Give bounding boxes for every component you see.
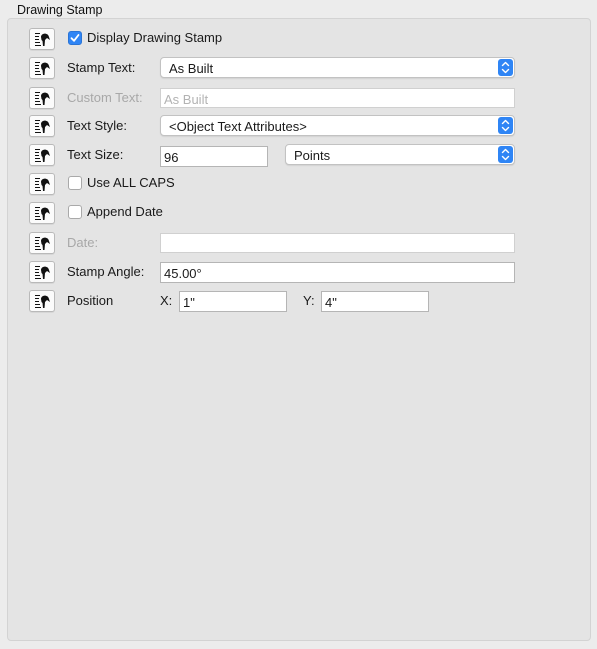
text-style-row: Text Style: <Object Text Attributes> <box>0 115 597 137</box>
all-caps-checkbox[interactable] <box>68 176 82 190</box>
link-icon <box>35 120 50 133</box>
link-icon <box>35 178 50 191</box>
position-x-label: X: <box>160 293 173 308</box>
custom-text-placeholder: As Built <box>164 92 209 107</box>
link-button[interactable] <box>29 290 55 312</box>
text-style-label: Text Style: <box>67 118 127 133</box>
append-date-checkbox[interactable] <box>68 205 82 219</box>
link-icon <box>35 92 50 105</box>
text-size-row: Text Size: 96 Points <box>0 144 597 167</box>
link-icon <box>35 237 50 250</box>
append-date-row: Append Date <box>0 202 597 224</box>
text-size-unit-value: Points <box>294 148 331 163</box>
stamp-angle-label: Stamp Angle: <box>67 264 145 279</box>
link-icon <box>35 149 50 162</box>
link-icon <box>35 266 50 279</box>
stamp-text-label: Stamp Text: <box>67 60 136 75</box>
text-size-input[interactable]: 96 <box>160 146 268 167</box>
date-label: Date: <box>67 235 99 250</box>
chevron-up-down-icon <box>501 148 510 161</box>
display-stamp-checkbox[interactable] <box>68 31 82 45</box>
stamp-angle-value: 45.00° <box>164 266 202 281</box>
position-y-input[interactable]: 4" <box>321 291 429 312</box>
link-button[interactable] <box>29 261 55 283</box>
position-y-label: Y: <box>303 293 315 308</box>
text-size-label: Text Size: <box>67 147 124 162</box>
date-row: Date: <box>0 232 597 254</box>
link-button[interactable] <box>29 144 55 166</box>
custom-text-row: Custom Text: As Built <box>0 87 597 109</box>
drawing-stamp-group <box>7 18 591 641</box>
link-button[interactable] <box>29 202 55 224</box>
link-button[interactable] <box>29 28 55 50</box>
custom-text-input[interactable]: As Built <box>160 88 515 108</box>
text-style-select[interactable]: <Object Text Attributes> <box>160 115 515 136</box>
position-x-value: 1" <box>183 295 195 310</box>
date-input[interactable] <box>160 233 515 253</box>
stamp-text-arrow <box>498 59 513 76</box>
text-style-value: <Object Text Attributes> <box>169 119 307 134</box>
all-caps-label[interactable]: Use ALL CAPS <box>87 175 175 190</box>
all-caps-row: Use ALL CAPS <box>0 173 597 195</box>
link-button[interactable] <box>29 87 55 109</box>
text-style-arrow <box>498 117 513 134</box>
link-button[interactable] <box>29 173 55 195</box>
display-stamp-label[interactable]: Display Drawing Stamp <box>87 30 222 45</box>
text-size-unit-select[interactable]: Points <box>285 144 515 165</box>
position-label: Position <box>67 293 114 308</box>
text-size-unit-arrow <box>498 146 513 163</box>
stamp-text-value: As Built <box>169 61 214 76</box>
display-stamp-row: Display Drawing Stamp <box>0 28 597 50</box>
link-button[interactable] <box>29 57 55 79</box>
chevron-up-down-icon <box>501 61 510 74</box>
append-date-label[interactable]: Append Date <box>87 204 163 219</box>
link-icon <box>35 62 50 75</box>
checkmark-icon <box>70 34 80 42</box>
position-row: Position X: 1" Y: 4" <box>0 290 597 312</box>
text-size-value: 96 <box>164 150 179 165</box>
link-button[interactable] <box>29 115 55 137</box>
link-button[interactable] <box>29 232 55 254</box>
stamp-text-row: Stamp Text: As Built <box>0 57 597 79</box>
stamp-angle-row: Stamp Angle: 45.00° <box>0 261 597 283</box>
position-x-input[interactable]: 1" <box>179 291 287 312</box>
link-icon <box>35 295 50 308</box>
stamp-text-select[interactable]: As Built <box>160 57 515 78</box>
position-y-value: 4" <box>325 295 337 310</box>
chevron-up-down-icon <box>501 119 510 132</box>
custom-text-label: Custom Text: <box>67 90 143 105</box>
group-title: Drawing Stamp <box>17 3 103 17</box>
link-icon <box>35 207 50 220</box>
stamp-angle-input[interactable]: 45.00° <box>160 262 515 283</box>
link-icon <box>35 33 50 46</box>
